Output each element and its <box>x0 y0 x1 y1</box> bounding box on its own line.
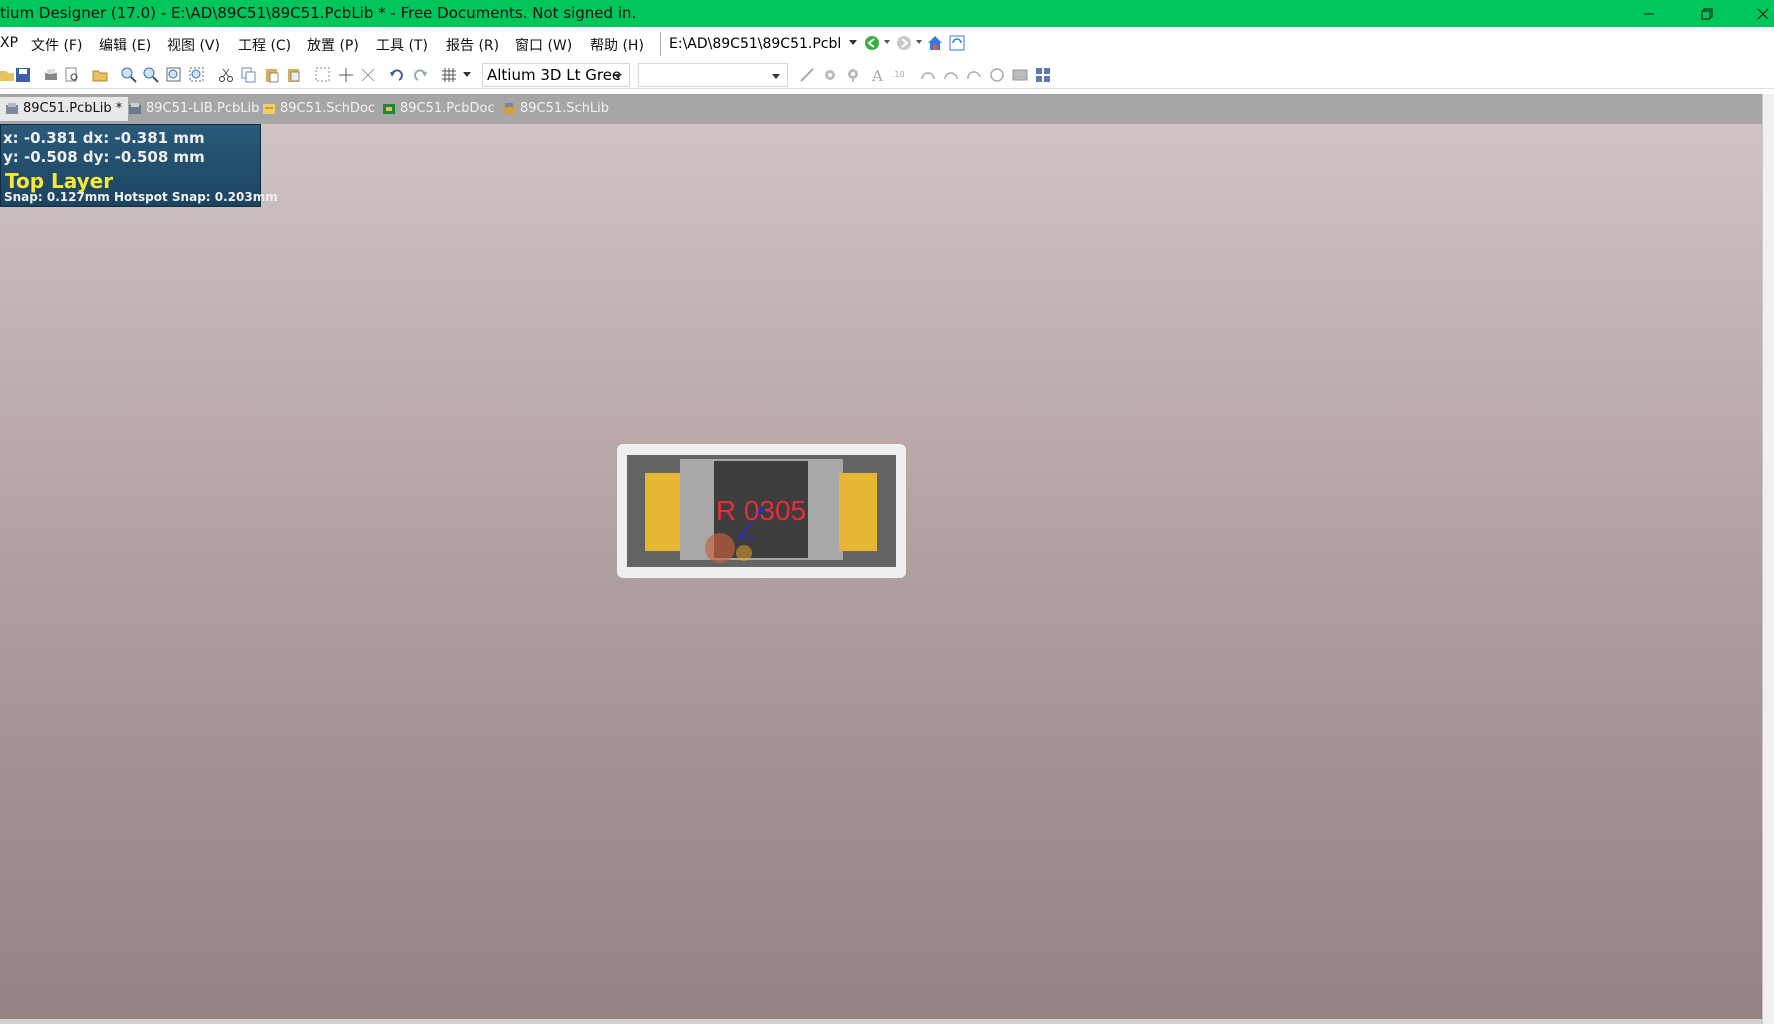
paste-icon[interactable] <box>264 67 280 83</box>
chevron-down-icon[interactable] <box>848 39 858 47</box>
tab-label: 89C51.SchDoc <box>280 101 376 116</box>
fill-icon[interactable] <box>1012 67 1028 83</box>
pcblib-icon <box>129 103 141 114</box>
text-icon[interactable]: A <box>869 67 885 83</box>
menu-help[interactable]: 帮助 (H) <box>590 35 644 55</box>
print-icon[interactable] <box>43 67 59 83</box>
home-icon[interactable] <box>927 35 943 51</box>
menu-window[interactable]: 窗口 (W) <box>515 35 572 55</box>
schdoc-icon <box>263 104 275 114</box>
close-icon <box>1757 8 1769 19</box>
cut-icon[interactable] <box>218 67 234 83</box>
svg-text:A: A <box>871 67 883 83</box>
footprint-r0305[interactable]: R 0305 <box>617 444 906 578</box>
refresh-icon[interactable] <box>949 35 965 51</box>
open-folder-icon[interactable] <box>92 67 108 83</box>
tab-89c51-pcblib[interactable]: 89C51.PcbLib * <box>0 97 129 121</box>
menu-tools[interactable]: 工具 (T) <box>376 35 428 55</box>
pcbdoc-icon <box>383 104 395 114</box>
select-area-icon[interactable] <box>315 67 331 83</box>
menu-bar: XP 文件 (F) 编辑 (E) 视图 (V) 工程 (C) 放置 (P) 工具… <box>0 29 1774 59</box>
zoom-in-icon[interactable] <box>121 67 137 83</box>
view-configuration-select[interactable]: Altium 3D Lt Gree <box>482 63 630 87</box>
document-tab-bar: 89C51.PcbLib * 89C51-LIB.PcbLib 89C51.Sc… <box>0 94 1774 124</box>
grid-icon[interactable] <box>441 67 457 83</box>
chevron-down-icon <box>772 74 780 79</box>
arc-any-icon[interactable] <box>966 67 982 83</box>
forward-dropdown-icon[interactable] <box>915 39 923 47</box>
arc-edge-icon[interactable] <box>943 67 959 83</box>
zoom-out-icon[interactable] <box>143 67 159 83</box>
tab-label: 89C51.PcbDoc <box>400 101 495 116</box>
pad-2[interactable] <box>839 473 877 551</box>
tab-89c51-pcbdoc[interactable]: 89C51.PcbDoc <box>377 97 501 121</box>
pad-1[interactable] <box>645 473 680 551</box>
vertical-scrollbar[interactable] <box>1762 94 1774 1024</box>
minimize-button[interactable] <box>1626 0 1672 27</box>
redo-icon[interactable] <box>412 67 428 83</box>
back-icon[interactable] <box>864 35 880 51</box>
view-configuration-value: Altium 3D Lt Gree <box>487 66 622 84</box>
zoom-area-icon[interactable] <box>189 67 205 83</box>
restore-icon <box>1701 8 1713 19</box>
origin-marker-halo <box>736 545 752 561</box>
print-preview-icon[interactable] <box>64 67 80 83</box>
svg-text:.10: .10 <box>892 70 905 79</box>
menu-file[interactable]: 文件 (F) <box>31 35 82 55</box>
heads-up-display: x: -0.381 dx: -0.381 mm y: -0.508 dy: -0… <box>0 124 278 207</box>
menu-edit[interactable]: 编辑 (E) <box>99 35 151 55</box>
open-icon[interactable] <box>0 67 16 83</box>
move-icon[interactable] <box>338 67 354 83</box>
pcblib-icon <box>6 103 18 114</box>
grid-dropdown-icon[interactable] <box>462 71 472 79</box>
copy-icon[interactable] <box>241 67 257 83</box>
tab-89c51-schlib[interactable]: 89C51.SchLib <box>497 97 615 121</box>
tab-label: 89C51.SchLib <box>520 101 610 116</box>
origin-marker <box>705 533 735 563</box>
menu-reports[interactable]: 报告 (R) <box>446 35 499 55</box>
restore-button[interactable] <box>1684 0 1730 27</box>
line-icon[interactable] <box>799 67 815 83</box>
chevron-down-icon <box>614 74 622 79</box>
deselect-icon[interactable] <box>360 67 376 83</box>
tab-89c51-schdoc[interactable]: 89C51.SchDoc <box>257 97 381 121</box>
circle-icon[interactable] <box>989 67 1005 83</box>
menu-project[interactable]: 工程 (C) <box>238 35 291 55</box>
pad-icon[interactable] <box>822 67 838 83</box>
tab-label: 89C51.PcbLib * <box>23 101 123 116</box>
document-path-dropdown[interactable]: E:\AD\89C51\89C51.Pcbl <box>660 32 860 56</box>
back-dropdown-icon[interactable] <box>883 39 891 47</box>
tab-label: 89C51-LIB.PcbLib <box>146 101 260 116</box>
document-path: E:\AD\89C51\89C51.Pcbl <box>669 36 842 52</box>
save-icon[interactable] <box>15 67 31 83</box>
close-button[interactable] <box>1740 0 1774 27</box>
window-title: tium Designer (17.0) - E:\AD\89C51\89C51… <box>0 4 637 22</box>
component-designator: R 0305 <box>716 495 806 526</box>
main-toolbar: Altium 3D Lt Gree A .10 <box>0 61 1774 89</box>
forward-icon[interactable] <box>896 35 912 51</box>
hud-snap-info: Snap: 0.127mm Hotspot Snap: 0.203mm <box>4 190 278 204</box>
schlib-icon <box>503 103 515 114</box>
tab-89c51-lib-pcblib[interactable]: 89C51-LIB.PcbLib <box>123 97 265 121</box>
coordinate-icon[interactable]: .10 <box>892 67 908 83</box>
menu-place[interactable]: 放置 (P) <box>307 35 359 55</box>
zoom-fit-icon[interactable] <box>166 67 182 83</box>
arc-center-icon[interactable] <box>920 67 936 83</box>
horizontal-scrollbar[interactable] <box>0 1019 1762 1024</box>
secondary-select[interactable] <box>638 63 788 87</box>
minimize-icon <box>1644 13 1654 14</box>
menu-view[interactable]: 视图 (V) <box>167 35 220 55</box>
title-bar: tium Designer (17.0) - E:\AD\89C51\89C51… <box>0 0 1774 27</box>
hud-x-coordinate: x: -0.381 dx: -0.381 mm <box>3 129 205 147</box>
via-icon[interactable] <box>845 67 861 83</box>
undo-icon[interactable] <box>389 67 405 83</box>
hud-y-coordinate: y: -0.508 dy: -0.508 mm <box>3 148 205 166</box>
menu-xp[interactable]: XP <box>0 35 18 51</box>
rubber-stamp-icon[interactable] <box>286 67 302 83</box>
array-paste-icon[interactable] <box>1035 67 1051 83</box>
